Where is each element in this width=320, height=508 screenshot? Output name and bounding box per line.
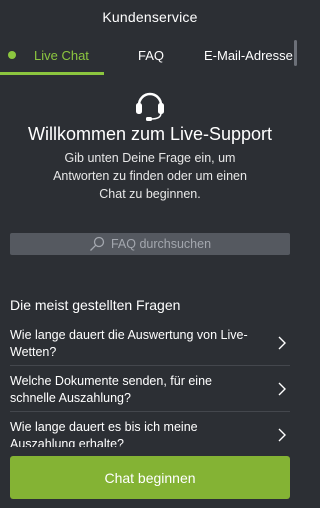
search-icon — [90, 236, 105, 251]
page-title: Kundenservice — [102, 9, 198, 25]
header: Kundenservice — [0, 0, 300, 34]
tab-live-chat[interactable]: Live Chat — [34, 48, 89, 63]
headset-icon — [136, 92, 164, 121]
hero-section: Willkommen zum Live-Support Gib unten De… — [0, 86, 300, 203]
welcome-subtitle-line: Chat zu beginnen. — [99, 187, 201, 201]
faq-question-line: Welche Dokumente senden, für eine — [10, 374, 212, 388]
faq-question-line: Wie lange dauert es bis ich meine — [10, 420, 198, 434]
chevron-right-icon — [278, 336, 286, 350]
faq-section-title: Die meist gestellten Fragen — [10, 297, 181, 313]
faq-item[interactable]: Welche Dokumente senden, für eine schnel… — [10, 366, 290, 412]
faq-item[interactable]: Wie lange dauert die Auswertung von Live… — [10, 320, 290, 366]
tab-faq[interactable]: FAQ — [138, 48, 164, 63]
faq-question-line: schnelle Auszahlung? — [10, 391, 131, 405]
welcome-subtitle-line: Gib unten Deine Frage ein, um — [64, 151, 236, 165]
chevron-right-icon — [278, 428, 286, 442]
chevron-right-icon — [278, 382, 286, 396]
start-chat-button[interactable]: Chat beginnen — [10, 456, 290, 499]
tab-bar: Live Chat FAQ E-Mail-Adresse — [0, 34, 300, 76]
tab-email[interactable]: E-Mail-Adresse — [204, 48, 293, 63]
bottom-action-bar: Chat beginnen — [0, 447, 300, 508]
search-content: FAQ durchsuchen — [89, 236, 211, 252]
welcome-subtitle-line: Antworten zu finden oder um einen — [53, 169, 247, 183]
welcome-subtitle: Gib unten Deine Frage ein, um Antworten … — [0, 149, 300, 203]
active-tab-indicator — [0, 72, 104, 75]
welcome-heading: Willkommen zum Live-Support — [27, 124, 273, 144]
faq-question-line: Wie lange dauert die Auswertung von Live… — [10, 328, 248, 342]
faq-list: Wie lange dauert die Auswertung von Live… — [10, 320, 290, 458]
online-status-dot — [8, 51, 16, 59]
faq-search-input[interactable]: FAQ durchsuchen — [10, 233, 290, 255]
faq-question-line: Wetten? — [10, 345, 57, 359]
tab-scroll-indicator — [294, 40, 297, 66]
search-placeholder: FAQ durchsuchen — [110, 237, 212, 251]
